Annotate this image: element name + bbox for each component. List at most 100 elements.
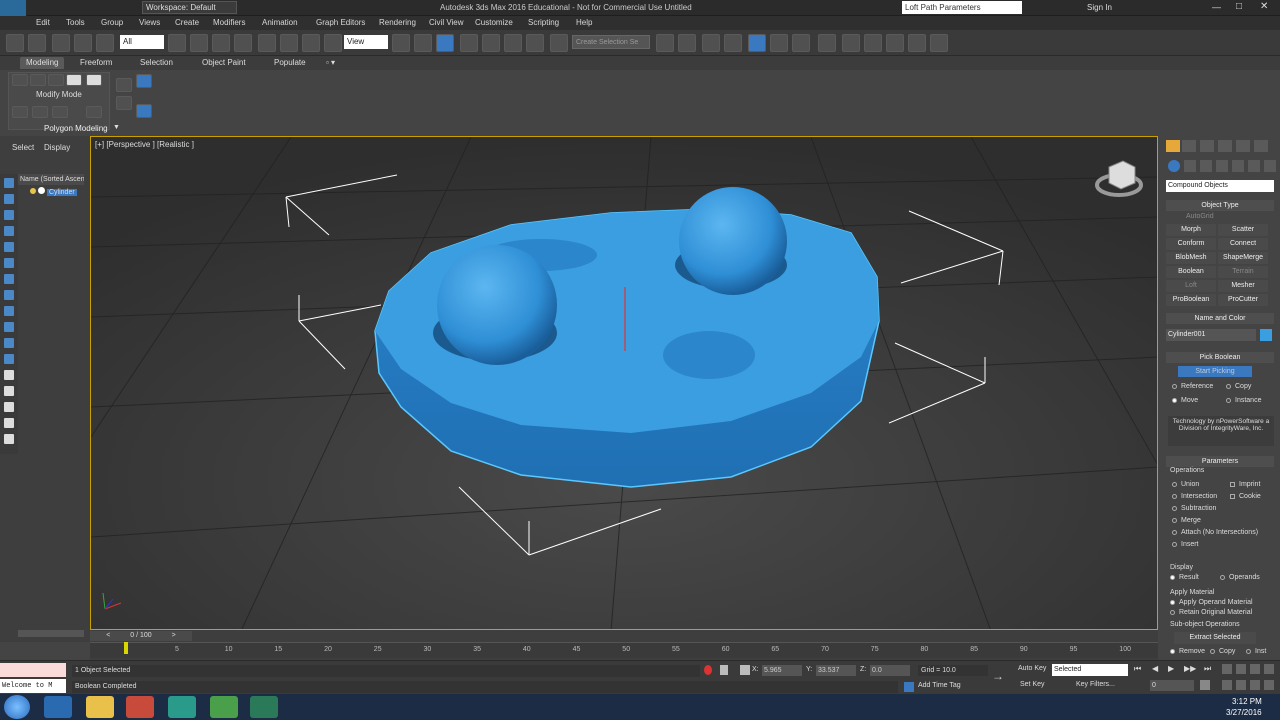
next-key-icon[interactable]: ▶▶ <box>1184 664 1196 673</box>
isolate-icon[interactable] <box>704 665 712 675</box>
window-crossing-icon[interactable] <box>234 34 252 52</box>
mesher-button[interactable]: Mesher <box>1218 280 1268 292</box>
zoom-all-icon[interactable] <box>1236 664 1246 674</box>
border-icon[interactable] <box>48 74 64 86</box>
scale-icon[interactable] <box>302 34 320 52</box>
connect-button[interactable]: Connect <box>1218 238 1268 250</box>
spinner-snap-icon[interactable] <box>526 34 544 52</box>
camtasia-icon[interactable] <box>210 696 238 718</box>
key-mode-icon[interactable]: → <box>992 669 1004 683</box>
pan-icon[interactable] <box>1236 680 1246 690</box>
filter-all-icon[interactable] <box>4 370 14 380</box>
menu-customize[interactable]: Customize <box>475 18 513 27</box>
autogrid-checkbox[interactable]: AutoGrid <box>1186 213 1214 220</box>
menu-graph-editors[interactable]: Graph Editors <box>316 18 365 27</box>
menu-modifiers[interactable]: Modifiers <box>213 18 245 27</box>
edge-icon[interactable] <box>30 74 46 86</box>
sign-in-link[interactable]: Sign In <box>1087 3 1112 12</box>
attach-radio[interactable]: Attach (No Intersections) <box>1172 529 1258 536</box>
app-icon-1[interactable] <box>168 696 196 718</box>
reference-radio[interactable]: Reference <box>1172 383 1213 390</box>
cookie-checkbox[interactable]: Cookie <box>1230 493 1261 500</box>
menu-animation[interactable]: Animation <box>262 18 298 27</box>
retain-original-material-radio[interactable]: Retain Original Material <box>1170 609 1252 616</box>
zoom-icon[interactable] <box>1222 664 1232 674</box>
absolute-mode-icon[interactable] <box>740 665 750 675</box>
orbit-icon[interactable] <box>1250 680 1260 690</box>
geometry-icon[interactable] <box>1168 160 1180 172</box>
time-tag-icon[interactable] <box>904 682 914 692</box>
start-button-icon[interactable] <box>4 695 30 719</box>
dropdown-arrow-icon[interactable]: ▼ <box>113 124 120 131</box>
object-color-swatch[interactable] <box>1260 329 1272 341</box>
menu-rendering[interactable]: Rendering <box>379 18 416 27</box>
mirror-icon[interactable] <box>656 34 674 52</box>
filter-spacewarps-icon[interactable] <box>4 258 14 268</box>
ribbon-options-icon[interactable]: ▫ ▾ <box>326 58 335 67</box>
filter-geometry-icon[interactable] <box>4 178 14 188</box>
ribbon-side-3-icon[interactable] <box>116 96 132 110</box>
menu-civil-view[interactable]: Civil View <box>429 18 464 27</box>
imprint-checkbox[interactable]: Imprint <box>1230 481 1260 488</box>
redo-icon[interactable] <box>28 34 46 52</box>
parameters-rollout[interactable]: Parameters <box>1166 456 1274 467</box>
prev-frame-icon[interactable]: < <box>106 632 110 639</box>
bind-space-warp-icon[interactable] <box>96 34 114 52</box>
menu-group[interactable]: Group <box>101 18 123 27</box>
panel-tab-motion-icon[interactable] <box>1218 140 1232 152</box>
material-editor-icon[interactable] <box>818 34 836 52</box>
render-iterative-icon[interactable] <box>908 34 926 52</box>
shapemerge-button[interactable]: ShapeMerge <box>1218 252 1268 264</box>
instance-radio[interactable]: Instance <box>1226 397 1261 404</box>
y-coordinate-field[interactable]: 33.537 <box>816 665 856 676</box>
maximize-viewport-icon[interactable] <box>1264 680 1274 690</box>
app-icon-3[interactable] <box>250 696 278 718</box>
polygon-modeling-label[interactable]: Polygon Modeling <box>44 124 108 133</box>
chrome-icon[interactable] <box>126 696 154 718</box>
procutter-button[interactable]: ProCutter <box>1218 294 1268 306</box>
close-icon[interactable]: ✕ <box>1260 1 1268 12</box>
graphite-toggle-icon[interactable] <box>724 34 742 52</box>
keyboard-shortcut-toggle-icon[interactable] <box>436 34 454 52</box>
go-to-end-icon[interactable]: ⏭ <box>1204 664 1211 674</box>
tab-populate[interactable]: Populate <box>268 57 312 69</box>
search-input[interactable]: Loft Path Parameters <box>902 1 1022 14</box>
merge-radio[interactable]: Merge <box>1172 517 1201 524</box>
remove-radio[interactable]: Remove <box>1170 648 1205 655</box>
tab-modeling[interactable]: Modeling <box>20 57 65 69</box>
perspective-viewport[interactable]: [+] [Perspective ] [Realistic ] <box>90 136 1158 630</box>
maxscript-listener[interactable]: Welcome to M <box>0 679 66 693</box>
menu-views[interactable]: Views <box>139 18 160 27</box>
systems-icon[interactable] <box>1264 160 1276 172</box>
filter-xrefs-icon[interactable] <box>4 290 14 300</box>
move-icon[interactable] <box>258 34 276 52</box>
selected-dropdown[interactable]: Selected <box>1052 664 1128 676</box>
snap-toggle-icon[interactable] <box>460 34 478 52</box>
ribbon-side-2-icon[interactable] <box>136 74 152 88</box>
filter-bones-icon[interactable] <box>4 306 14 316</box>
edit-named-selection-icon[interactable] <box>550 34 568 52</box>
shapes-icon[interactable] <box>1184 160 1196 172</box>
pivot-center-icon[interactable] <box>392 34 410 52</box>
insert-radio[interactable]: Insert <box>1172 541 1199 548</box>
ribbon-side-4-icon[interactable] <box>136 104 152 118</box>
curve-editor-icon[interactable] <box>770 34 788 52</box>
layer-explorer-icon[interactable] <box>702 34 720 52</box>
panel-tab-create-icon[interactable] <box>1166 140 1180 152</box>
move-radio[interactable]: Move <box>1172 397 1198 404</box>
modify-mode-label[interactable]: Modify Mode <box>36 90 82 99</box>
link-icon[interactable] <box>52 34 70 52</box>
list-item[interactable]: Cylinder <box>30 187 84 198</box>
menu-help[interactable]: Help <box>576 18 592 27</box>
select-object-icon[interactable] <box>168 34 186 52</box>
panel-tab-display-icon[interactable] <box>1236 140 1250 152</box>
apply-operand-material-radio[interactable]: Apply Operand Material <box>1170 599 1253 606</box>
auto-key-button[interactable]: Auto Key <box>1018 665 1046 672</box>
copy-radio[interactable]: Copy <box>1226 383 1251 390</box>
tab-object-paint[interactable]: Object Paint <box>196 57 252 69</box>
menu-edit[interactable]: Edit <box>36 18 50 27</box>
minimize-icon[interactable]: — <box>1212 2 1221 12</box>
morph-button[interactable]: Morph <box>1166 224 1216 236</box>
schematic-view-icon[interactable] <box>792 34 810 52</box>
mini-listener-pink[interactable] <box>0 663 66 677</box>
